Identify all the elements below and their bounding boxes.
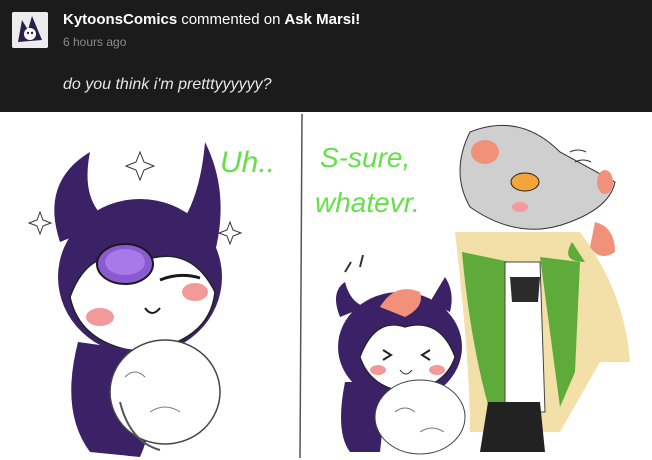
timestamp: 6 hours ago	[63, 35, 127, 49]
username-link[interactable]: KytoonsComics	[63, 11, 177, 28]
speech-whatever: whatevr.	[315, 187, 420, 218]
grey-character	[455, 124, 630, 452]
post-title-link[interactable]: Ask Marsi!	[284, 11, 360, 28]
notification-header: KytoonsComics commented on Ask Marsi! 6 ho…	[0, 0, 652, 112]
action-text: commented on	[181, 11, 281, 28]
purple-character-left	[54, 142, 222, 457]
sparkle	[217, 220, 243, 246]
user-avatar[interactable]	[12, 12, 48, 48]
speech-sure: S-sure,	[320, 142, 410, 173]
comment-text: do you think i'm pretttyyyyyy?	[63, 76, 272, 93]
sparkle	[124, 150, 156, 182]
panel-divider	[299, 113, 303, 459]
speech-uh: Uh..	[220, 146, 275, 179]
sparkle	[27, 210, 53, 236]
notification-title: KytoonsComics commented on Ask Marsi!	[63, 11, 360, 28]
comic-image: Uh.. S-sure, whatevr.	[0, 112, 652, 460]
purple-character-right	[336, 254, 466, 455]
